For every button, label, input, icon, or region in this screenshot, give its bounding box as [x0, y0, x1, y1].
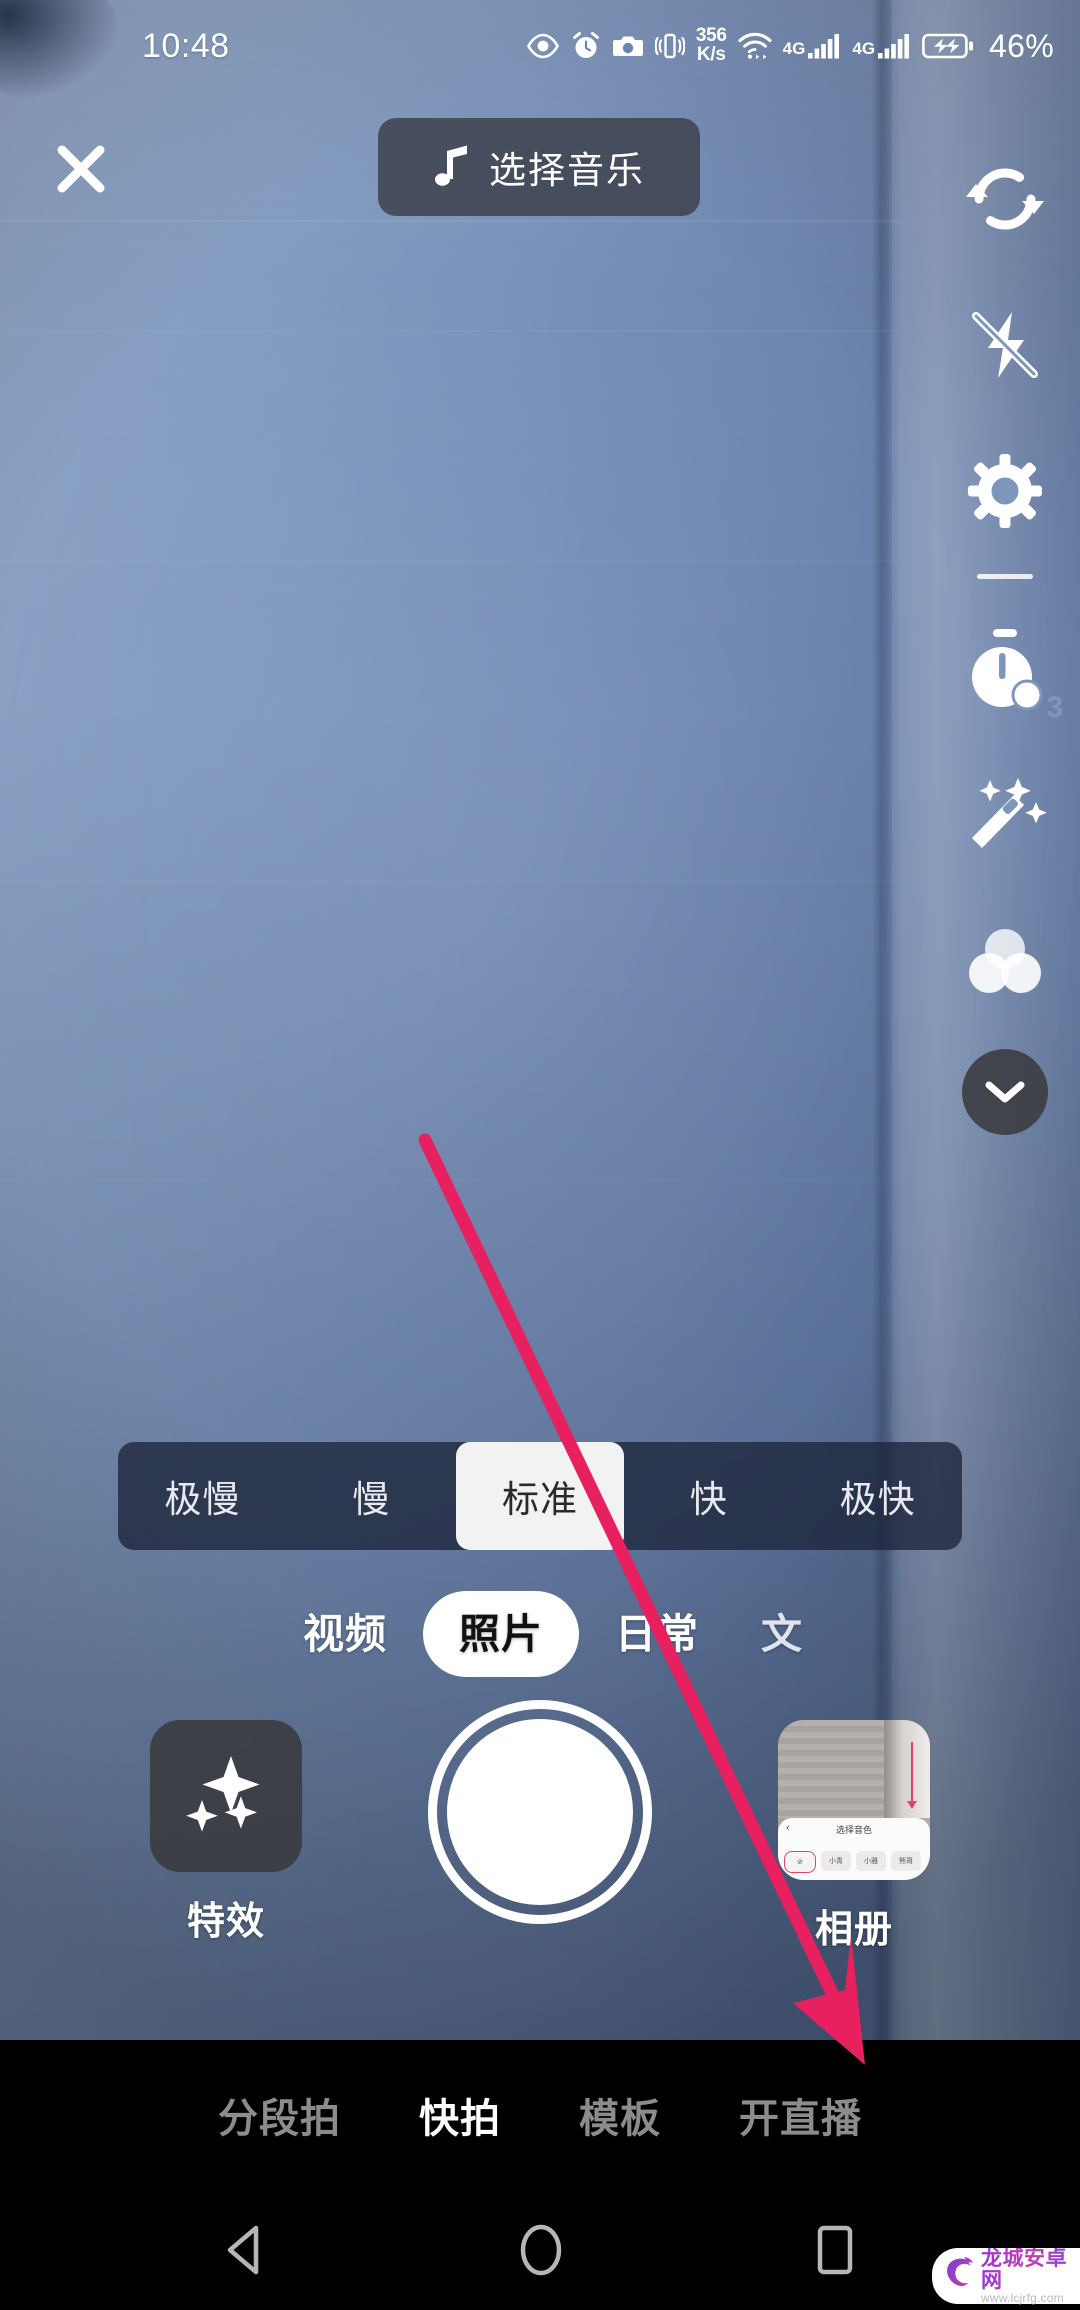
speed-option-very-fast[interactable]: 极快: [793, 1442, 962, 1550]
thumb-chip: 小青: [821, 1851, 851, 1871]
camera-icon: [612, 33, 644, 59]
wifi-icon: [738, 32, 772, 60]
timer-count-badge: 3: [1046, 691, 1063, 724]
network-speed: 356 K/s: [696, 26, 727, 65]
status-time: 10:48: [142, 26, 230, 65]
album-thumbnail[interactable]: ‹ 选择音色 ⊘ 小青 小雅 熊哥: [778, 1720, 930, 1880]
speed-option-standard[interactable]: 标准: [455, 1442, 625, 1550]
speed-option-fast[interactable]: 快: [624, 1442, 793, 1550]
status-icons: 356 K/s 4G 4G 46%: [526, 26, 1054, 65]
vibrate-icon: [654, 32, 685, 60]
thumb-panel-title: 选择音色: [835, 1825, 872, 1835]
recents-square-icon[interactable]: [813, 2223, 857, 2277]
wall-streak: [0, 330, 900, 332]
close-button[interactable]: [48, 136, 114, 202]
thumb-wall: [778, 1720, 886, 1818]
wall-streak: [0, 220, 900, 222]
capture-controls-row: 特效 ‹ 选择音色 ⊘ 小青 小雅 熊哥 相册: [0, 1700, 1080, 2020]
filters-icon[interactable]: [930, 889, 1080, 1035]
wall-streak: [0, 880, 900, 882]
shutter-inner: [447, 1719, 633, 1905]
speed-selector[interactable]: 极慢 慢 标准 快 极快: [118, 1442, 962, 1550]
sparkles-icon: [178, 1746, 274, 1847]
collapse-tools-button[interactable]: [962, 1049, 1048, 1135]
signal-icon: 4G: [783, 33, 842, 59]
timer-icon[interactable]: 3: [930, 597, 1080, 743]
select-music-label: 选择音乐: [489, 150, 645, 191]
phone-screen: 10:48 356 K/s 4G 4G 46% 选择音乐 3 极慢 慢 标准 快…: [0, 0, 1080, 2310]
album-label: 相册: [814, 1909, 893, 1951]
sim1-network-label: 4G: [782, 39, 806, 58]
effects-label: 特效: [186, 1901, 265, 1943]
thumb-annotation-arrow: [907, 1742, 917, 1809]
speed-option-very-slow[interactable]: 极慢: [118, 1442, 287, 1550]
select-music-button[interactable]: 选择音乐: [378, 118, 700, 216]
watermark-url: www.lcjrfg.com: [981, 2290, 1064, 2305]
capture-mode-tabs: 视频 照片 日常 文: [0, 1582, 1080, 1686]
wall-streak: [0, 560, 900, 562]
settings-gear-icon[interactable]: [930, 418, 1080, 564]
back-triangle-icon[interactable]: [223, 2224, 269, 2276]
battery-charging-icon: [922, 32, 974, 60]
nav-template[interactable]: 模板: [579, 2086, 661, 2144]
alarm-icon: [571, 31, 601, 61]
bottom-mode-nav: 分段拍 快拍 模板 开直播: [0, 2040, 1080, 2190]
effects-button[interactable]: 特效: [150, 1720, 302, 1945]
shutter-button[interactable]: [428, 1700, 652, 1924]
site-watermark: 龙城安卓网 www.lcjrfg.com: [932, 2247, 1080, 2305]
eye-icon: [526, 33, 560, 59]
sim2-network-label: 4G: [852, 39, 876, 58]
thumb-chip: 小雅: [856, 1851, 886, 1871]
battery-percent: 46%: [989, 27, 1054, 64]
wall-streak: [0, 1180, 900, 1182]
home-circle-icon[interactable]: [517, 2223, 565, 2277]
beauty-wand-icon[interactable]: [930, 743, 1080, 889]
nav-live-stream[interactable]: 开直播: [739, 2086, 862, 2144]
thumb-chip: 熊哥: [891, 1851, 921, 1871]
thumb-panel: ‹ 选择音色 ⊘ 小青 小雅 熊哥: [778, 1818, 930, 1880]
camera-tool-rail: 3: [930, 126, 1080, 1135]
speed-option-slow[interactable]: 慢: [287, 1442, 456, 1550]
watermark-text: 龙城安卓网 www.lcjrfg.com: [981, 2247, 1080, 2305]
thumb-chip-none: ⊘: [784, 1851, 816, 1873]
tab-daily[interactable]: 日常: [589, 1591, 725, 1677]
tab-text[interactable]: 文: [735, 1591, 803, 1677]
watermark-title: 龙城安卓网: [981, 2247, 1080, 2292]
signal-icon: 4G: [852, 33, 911, 59]
rail-divider: [977, 574, 1033, 579]
android-navigation-bar: [0, 2190, 1080, 2310]
nav-quick-capture[interactable]: 快拍: [419, 2086, 501, 2144]
nav-segment-capture[interactable]: 分段拍: [218, 2086, 341, 2144]
effects-tile[interactable]: [150, 1720, 302, 1872]
thumb-chip-row: ⊘ 小青 小雅 熊哥: [784, 1851, 921, 1873]
tab-photo[interactable]: 照片: [423, 1591, 579, 1677]
dragon-logo-icon: [942, 2254, 976, 2299]
tab-video[interactable]: 视频: [277, 1591, 413, 1677]
network-speed-unit: K/s: [696, 44, 726, 65]
music-note-icon: [433, 141, 473, 194]
flash-off-icon[interactable]: [930, 272, 1080, 418]
album-button[interactable]: ‹ 选择音色 ⊘ 小青 小雅 熊哥 相册: [778, 1720, 930, 1953]
status-bar: 10:48 356 K/s 4G 4G 46%: [0, 0, 1080, 92]
flip-camera-icon[interactable]: [930, 126, 1080, 272]
